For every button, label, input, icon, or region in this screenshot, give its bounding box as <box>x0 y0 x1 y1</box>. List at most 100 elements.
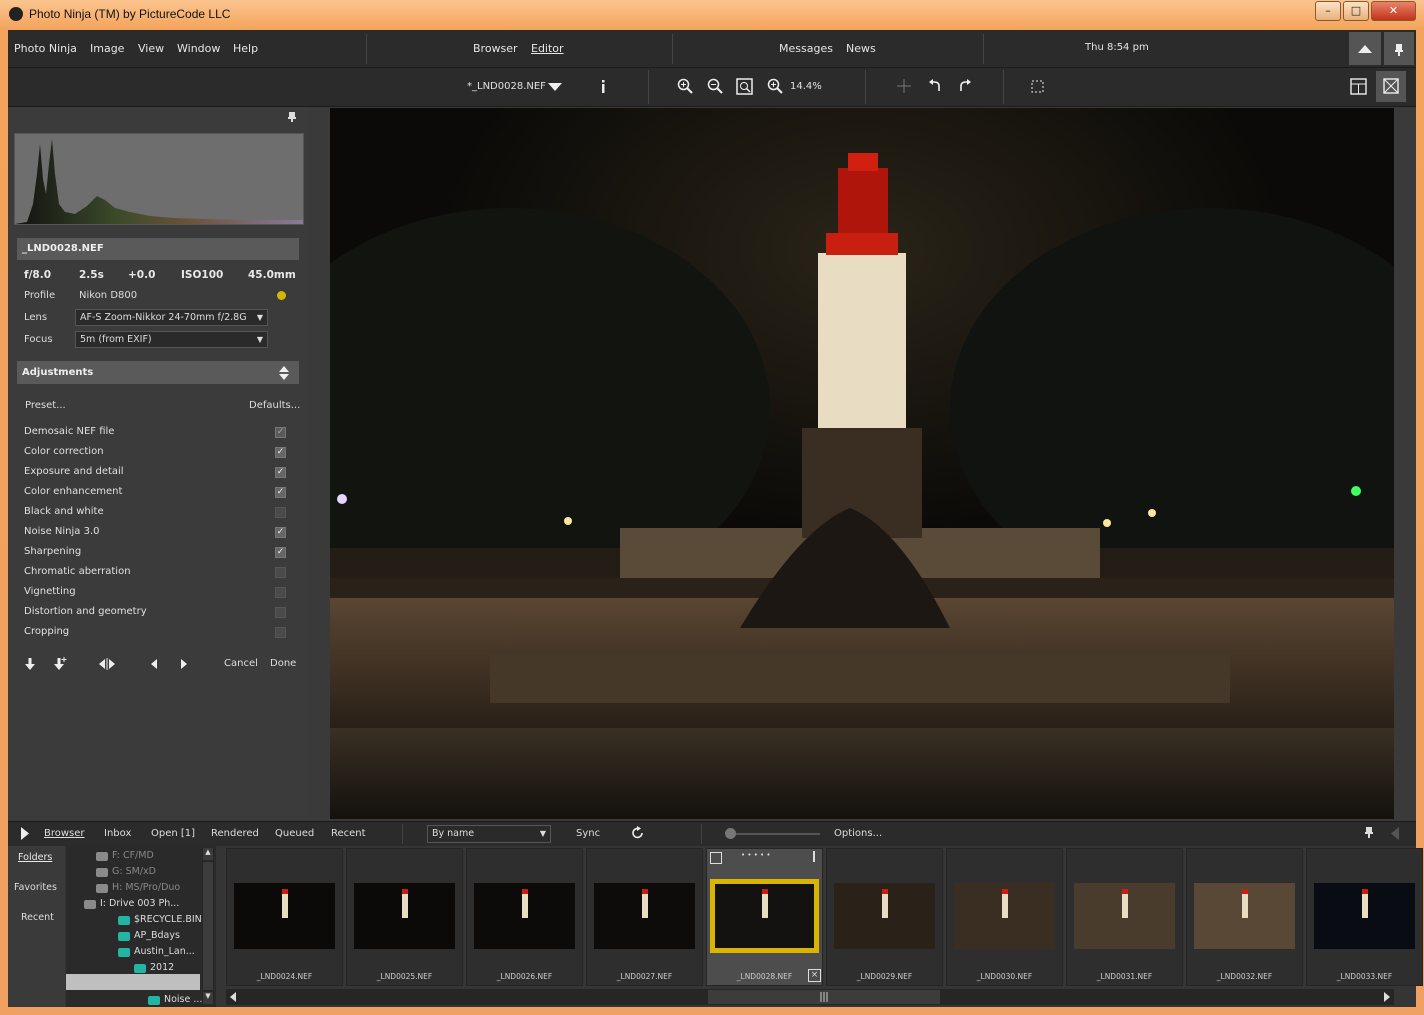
adjustment-checkbox[interactable] <box>275 627 286 638</box>
collapse-up-button[interactable] <box>1349 32 1381 65</box>
scroll-left-arrow-icon[interactable] <box>229 992 237 1002</box>
thumbnail[interactable]: _LND0028.NEF • • • • • × <box>706 848 823 986</box>
tree-item[interactable]: $RECYCLE.BIN <box>134 914 202 925</box>
close-button[interactable]: ✕ <box>1371 1 1416 21</box>
select-checkbox-icon[interactable] <box>710 852 722 864</box>
tab-news[interactable]: News <box>846 42 876 55</box>
done-button[interactable]: Done <box>270 658 296 669</box>
pin-icon[interactable] <box>1364 827 1374 839</box>
menu-image[interactable]: Image <box>90 42 124 55</box>
maximize-button[interactable]: □ <box>1343 1 1369 21</box>
current-file-name[interactable]: *_LND0028.NEF <box>467 81 546 92</box>
tab-browser-bottom[interactable]: Browser <box>44 828 85 839</box>
options-button[interactable]: Options... <box>834 828 882 839</box>
tree-item[interactable]: G: SM/xD <box>112 866 156 877</box>
adjustment-checkbox[interactable]: ✓ <box>275 487 286 498</box>
menu-view[interactable]: View <box>138 42 164 55</box>
pin-icon[interactable] <box>286 111 298 123</box>
menu-help[interactable]: Help <box>233 42 258 55</box>
scroll-up-arrow-icon[interactable]: ▲ <box>203 848 213 860</box>
close-icon[interactable]: × <box>808 969 821 982</box>
thumbnail-size-slider[interactable] <box>728 833 820 835</box>
move-icon[interactable] <box>896 78 912 94</box>
adjustment-label[interactable]: Demosaic NEF file <box>24 426 114 437</box>
tab-open[interactable]: Open [1] <box>151 828 195 839</box>
zoom-in-icon[interactable] <box>677 78 693 94</box>
tree-scroll-thumb[interactable] <box>203 862 213 990</box>
adjustment-label[interactable]: Black and white <box>24 506 104 517</box>
tab-browser[interactable]: Browser <box>473 42 518 55</box>
thumbnail[interactable]: _LND0033.NEF <box>1306 848 1423 986</box>
thumbnail[interactable]: _LND0024.NEF <box>226 848 343 986</box>
zoom-level-icon[interactable] <box>767 78 783 94</box>
rating-dots[interactable]: • • • • • <box>741 851 771 859</box>
adjustment-label[interactable]: Noise Ninja 3.0 <box>24 526 100 537</box>
adjustment-checkbox[interactable] <box>275 507 286 518</box>
menu-photo-ninja[interactable]: Photo Ninja <box>14 42 77 55</box>
tab-messages[interactable]: Messages <box>779 42 833 55</box>
nav-favorites[interactable]: Favorites <box>14 882 57 893</box>
tab-recent[interactable]: Recent <box>331 828 366 839</box>
menu-window[interactable]: Window <box>177 42 220 55</box>
nav-folders[interactable]: Folders <box>18 852 52 863</box>
photo-preview[interactable] <box>330 108 1394 819</box>
adjustment-label[interactable]: Distortion and geometry <box>24 606 147 617</box>
file-dropdown-icon[interactable] <box>548 82 562 92</box>
adjustment-checkbox[interactable]: ✓ <box>275 467 286 478</box>
adjustments-header[interactable]: Adjustments <box>17 361 299 384</box>
info-icon[interactable] <box>813 851 815 862</box>
tab-inbox[interactable]: Inbox <box>104 828 131 839</box>
refresh-icon[interactable] <box>631 826 645 840</box>
adjustment-checkbox[interactable]: ✓ <box>275 447 286 458</box>
zoom-out-icon[interactable] <box>707 78 723 94</box>
arrow-down-plus-icon[interactable] <box>53 657 67 670</box>
adjustment-checkbox[interactable]: ✓ <box>275 427 286 438</box>
thumbnail[interactable]: _LND0029.NEF <box>826 848 943 986</box>
expand-triangle-icon[interactable] <box>20 827 30 840</box>
thumbnail-scrollbar[interactable] <box>226 989 1394 1005</box>
adjustment-label[interactable]: Cropping <box>24 626 69 637</box>
adjustment-checkbox[interactable]: ✓ <box>275 527 286 538</box>
next-icon[interactable] <box>180 658 188 670</box>
tree-item[interactable]: H: MS/Pro/Duo <box>112 882 180 893</box>
rotate-right-icon[interactable] <box>957 78 973 94</box>
tab-editor[interactable]: Editor <box>531 42 564 55</box>
adjustment-label[interactable]: Sharpening <box>24 546 81 557</box>
thumbnail-scroll-thumb[interactable] <box>708 990 940 1004</box>
defaults-button[interactable]: Defaults... <box>249 400 300 411</box>
grid-layout-icon[interactable] <box>1350 78 1367 95</box>
folder-tree[interactable]: F: CF/MD G: SM/xD H: MS/Pro/Duo I: Drive 00… <box>66 846 216 1007</box>
thumbnail[interactable]: _LND0026.NEF <box>466 848 583 986</box>
focus-select[interactable]: 5m (from EXIF) ▼ <box>75 331 268 348</box>
tab-queued[interactable]: Queued <box>275 828 314 839</box>
pin-button[interactable] <box>1384 32 1414 65</box>
thumbnail[interactable]: _LND0027.NEF <box>586 848 703 986</box>
thumbnail[interactable]: _LND0031.NEF <box>1066 848 1183 986</box>
adjustment-label[interactable]: Color correction <box>24 446 104 457</box>
adjustment-label[interactable]: Exposure and detail <box>24 466 124 477</box>
cancel-button[interactable]: Cancel <box>224 658 258 669</box>
adjustment-checkbox[interactable]: ✓ <box>275 547 286 558</box>
crop-select-icon[interactable] <box>1030 79 1045 94</box>
thumbnail[interactable]: _LND0032.NEF <box>1186 848 1303 986</box>
nav-recent[interactable]: Recent <box>21 912 54 923</box>
tree-item[interactable]: Noise ... <box>164 994 202 1005</box>
minimize-button[interactable]: – <box>1315 1 1341 21</box>
rotate-left-icon[interactable] <box>927 78 943 94</box>
tree-item[interactable]: Austin_Lan... <box>134 946 195 957</box>
scroll-down-arrow-icon[interactable]: ▼ <box>203 992 213 1004</box>
thumbnail[interactable]: _LND0025.NEF <box>346 848 463 986</box>
scroll-right-arrow-icon[interactable] <box>1383 992 1391 1002</box>
adjustment-checkbox[interactable] <box>275 567 286 578</box>
info-icon[interactable] <box>599 79 607 95</box>
slider-knob[interactable] <box>725 828 736 839</box>
lens-select[interactable]: AF-S Zoom-Nikkor 24-70mm f/2.8G ▼ <box>75 309 268 326</box>
tree-item[interactable]: 2012 <box>150 962 174 973</box>
fit-to-window-icon[interactable] <box>736 78 753 95</box>
tree-scrollbar[interactable]: ▲ ▼ <box>202 848 214 1004</box>
adjustment-label[interactable]: Chromatic aberration <box>24 566 131 577</box>
adjustment-checkbox[interactable] <box>275 587 286 598</box>
tree-item[interactable]: I: Drive 003 Ph... <box>100 898 179 909</box>
previous-icon[interactable] <box>150 658 158 670</box>
image-viewer[interactable] <box>308 107 1416 820</box>
